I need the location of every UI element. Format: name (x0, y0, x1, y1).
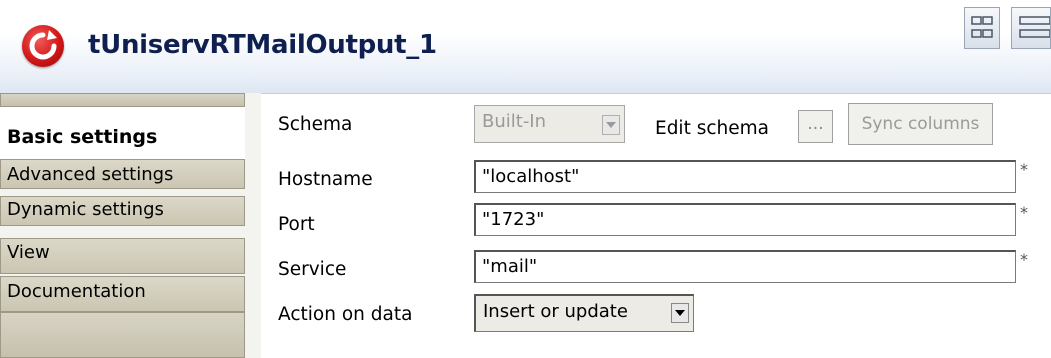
required-marker: * (1020, 203, 1028, 222)
chevron-down-icon[interactable] (602, 115, 620, 135)
schema-select[interactable]: Built-In (474, 105, 625, 143)
chevron-down-icon[interactable] (671, 303, 689, 323)
tab-view[interactable]: View (0, 238, 245, 274)
service-field[interactable]: "mail" (474, 250, 1016, 283)
list-layout-icon (1019, 16, 1051, 38)
action-on-data-label: Action on data (278, 304, 413, 325)
schema-select-value: Built-In (482, 111, 547, 132)
list-layout-button[interactable] (1011, 7, 1051, 49)
required-marker: * (1020, 160, 1028, 179)
edit-schema-label: Edit schema (655, 118, 769, 139)
tab-dynamic-settings[interactable]: Dynamic settings (0, 196, 245, 226)
settings-tabs: Basic settings Advanced settings Dynamic… (0, 93, 261, 358)
edit-schema-button[interactable]: ... (798, 110, 833, 143)
component-title: tUniservRTMailOutput_1 (88, 30, 437, 60)
grid-layout-icon (971, 16, 993, 38)
hostname-field[interactable]: "localhost" (474, 160, 1016, 193)
refresh-logo-icon (22, 25, 64, 67)
tab-filler-bottom (0, 312, 245, 358)
tab-documentation[interactable]: Documentation (0, 276, 245, 312)
action-on-data-value: Insert or update (483, 301, 628, 322)
tab-advanced-settings[interactable]: Advanced settings (0, 159, 245, 189)
service-label: Service (278, 259, 347, 280)
action-on-data-select[interactable]: Insert or update (474, 294, 694, 332)
tab-filler (0, 93, 245, 107)
port-field[interactable]: "1723" (474, 203, 1016, 236)
title-bar: tUniservRTMailOutput_1 (0, 0, 1051, 94)
tab-basic-settings[interactable]: Basic settings (0, 107, 245, 159)
grid-layout-button[interactable] (964, 7, 1000, 49)
schema-label: Schema (278, 114, 353, 135)
hostname-label: Hostname (278, 169, 373, 190)
port-label: Port (278, 214, 315, 235)
required-marker: * (1020, 250, 1028, 269)
sync-columns-button[interactable]: Sync columns (848, 103, 993, 145)
